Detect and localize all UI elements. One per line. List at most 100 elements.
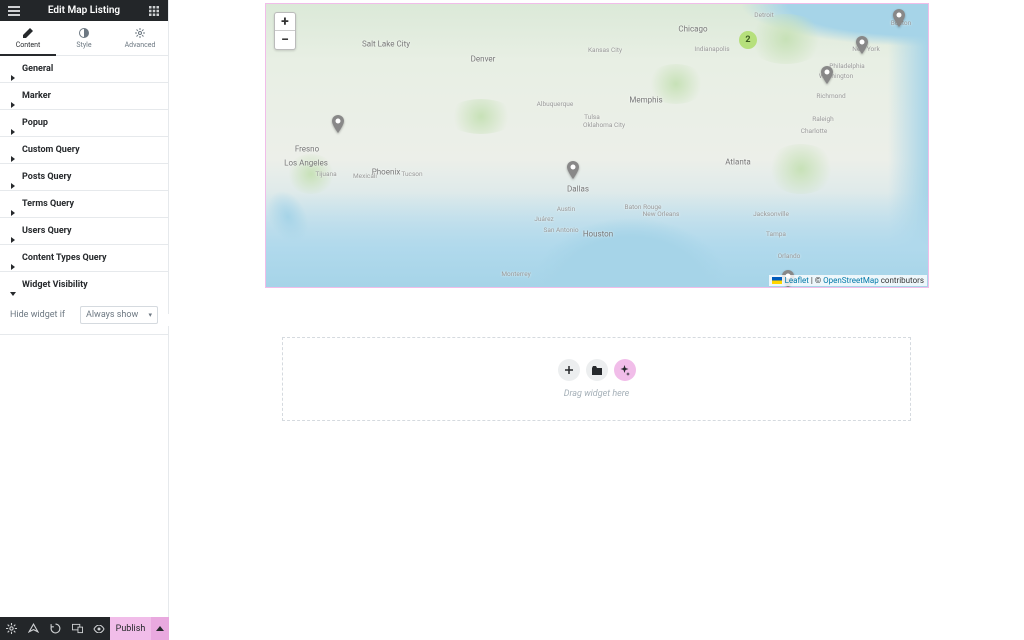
publish-label: Publish xyxy=(116,624,146,634)
hide-widget-value: Always show xyxy=(86,310,138,320)
city-label: Tijuana xyxy=(315,170,336,178)
chevron-right-icon xyxy=(10,201,16,207)
gear-icon xyxy=(134,27,146,39)
city-label: Charlotte xyxy=(801,127,828,135)
template-button[interactable] xyxy=(586,359,608,381)
osm-link[interactable]: OpenStreetMap xyxy=(823,276,879,285)
zoom-out-button[interactable]: − xyxy=(275,31,295,49)
city-label: New Orleans xyxy=(643,210,680,218)
chevron-right-icon xyxy=(10,93,16,99)
section-marker-label: Marker xyxy=(22,91,51,101)
panel-title: Edit Map Listing xyxy=(48,5,120,16)
flag-icon xyxy=(772,277,782,284)
chevron-right-icon xyxy=(10,255,16,261)
section-users-query-label: Users Query xyxy=(22,226,72,236)
sections: General Marker Popup Custom Query Posts … xyxy=(0,56,168,335)
map-marker[interactable] xyxy=(331,115,345,133)
city-label: Atlanta xyxy=(725,158,750,167)
section-terms-query[interactable]: Terms Query xyxy=(0,191,168,217)
tab-style[interactable]: Style xyxy=(56,21,112,55)
section-general[interactable]: General xyxy=(0,56,168,82)
tab-advanced[interactable]: Advanced xyxy=(112,21,168,55)
settings-icon[interactable] xyxy=(0,617,22,640)
pencil-icon xyxy=(22,27,34,39)
section-posts-query[interactable]: Posts Query xyxy=(0,164,168,190)
city-label: Oklahoma City xyxy=(583,121,625,129)
section-popup[interactable]: Popup xyxy=(0,110,168,136)
section-custom-query-label: Custom Query xyxy=(22,145,80,155)
sidebar-footer: Publish xyxy=(0,617,169,640)
city-label: Chicago xyxy=(678,25,707,34)
city-label: Memphis xyxy=(629,96,662,105)
section-general-label: General xyxy=(22,64,53,74)
sidebar-header: Edit Map Listing xyxy=(0,0,168,21)
map-marker[interactable] xyxy=(855,36,869,54)
sidebar: Edit Map Listing Content Style Advanced … xyxy=(0,0,169,640)
cluster-count: 2 xyxy=(745,35,750,45)
zoom-in-button[interactable]: + xyxy=(275,13,295,31)
section-widget-visibility-label: Widget Visibility xyxy=(22,280,88,290)
city-label: Richmond xyxy=(816,92,845,100)
section-posts-query-label: Posts Query xyxy=(22,172,71,182)
preview-icon[interactable] xyxy=(88,617,110,640)
tabs: Content Style Advanced xyxy=(0,21,168,56)
map-marker[interactable] xyxy=(892,9,906,27)
section-users-query[interactable]: Users Query xyxy=(0,218,168,244)
section-content-types-query[interactable]: Content Types Query xyxy=(0,245,168,271)
section-content-types-query-label: Content Types Query xyxy=(22,253,107,263)
city-label: Tucson xyxy=(401,170,422,178)
city-label: Philadelphia xyxy=(829,62,864,70)
map-widget[interactable]: FresnoSalt Lake CityDenverAlbuquerquePho… xyxy=(265,3,929,288)
city-label: Mexicali xyxy=(353,172,377,180)
section-marker[interactable]: Marker xyxy=(0,83,168,109)
city-label: Jacksonville xyxy=(753,210,789,218)
responsive-icon[interactable] xyxy=(66,617,88,640)
dropzone-text: Drag widget here xyxy=(564,389,630,399)
chevron-down-icon: ▾ xyxy=(148,311,152,319)
map-zoom-controls: + − xyxy=(274,12,296,50)
city-label: Tampa xyxy=(766,230,786,238)
widgets-grid-icon[interactable] xyxy=(146,3,162,19)
map-marker[interactable] xyxy=(820,66,834,84)
hide-widget-select[interactable]: Always show ▾ xyxy=(80,306,158,324)
city-label: Kansas City xyxy=(588,46,622,54)
city-label: Houston xyxy=(583,230,613,239)
chevron-right-icon xyxy=(10,66,16,72)
city-label: Raleigh xyxy=(812,115,833,123)
city-label: Fresno xyxy=(295,145,319,154)
section-widget-visibility-body: Hide widget if Always show ▾ xyxy=(0,298,168,334)
publish-button[interactable]: Publish xyxy=(110,617,151,640)
chevron-right-icon xyxy=(10,120,16,126)
tab-content[interactable]: Content xyxy=(0,21,56,55)
city-label: San Antonio xyxy=(543,226,578,234)
hide-widget-label: Hide widget if xyxy=(10,310,65,320)
chevron-right-icon xyxy=(10,228,16,234)
section-custom-query[interactable]: Custom Query xyxy=(0,137,168,163)
tab-advanced-label: Advanced xyxy=(125,41,156,49)
city-label: Salt Lake City xyxy=(362,40,410,49)
canvas: FresnoSalt Lake CityDenverAlbuquerquePho… xyxy=(169,0,1024,640)
city-label: Orlando xyxy=(778,252,801,260)
tab-content-label: Content xyxy=(16,41,41,49)
history-icon[interactable] xyxy=(44,617,66,640)
map-cluster[interactable]: 2 xyxy=(739,31,757,49)
add-widget-button[interactable] xyxy=(558,359,580,381)
city-label: Indianapolis xyxy=(694,45,729,53)
leaflet-link[interactable]: Leaflet xyxy=(785,276,809,285)
map-marker[interactable] xyxy=(566,161,580,179)
section-widget-visibility[interactable]: Widget Visibility xyxy=(0,272,168,298)
chevron-right-icon xyxy=(10,147,16,153)
chevron-down-icon xyxy=(10,282,16,288)
section-terms-query-label: Terms Query xyxy=(22,199,74,209)
city-label: Austin xyxy=(557,205,575,213)
city-label: Monterrey xyxy=(501,270,530,278)
city-label: Detroit xyxy=(754,11,773,19)
city-label: Denver xyxy=(471,55,496,64)
ai-button[interactable] xyxy=(614,359,636,381)
menu-icon[interactable] xyxy=(6,3,22,19)
tab-style-label: Style xyxy=(76,41,91,49)
widget-dropzone[interactable]: Drag widget here xyxy=(282,337,911,421)
navigator-icon[interactable] xyxy=(22,617,44,640)
city-label: Tulsa xyxy=(584,113,600,121)
publish-options-button[interactable] xyxy=(151,617,169,640)
